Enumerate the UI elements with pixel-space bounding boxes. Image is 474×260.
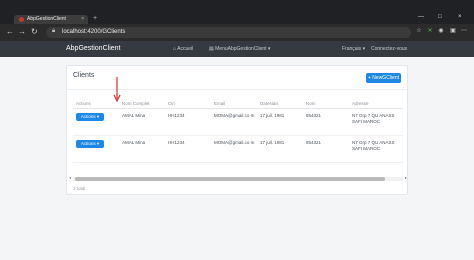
scrollbar-thumb[interactable] [75, 177, 385, 181]
column-header-nom[interactable]: Nom [303, 100, 349, 109]
cell-nom-complet: AMAL Mina [119, 108, 165, 136]
cell-adresse: N7 Grp 7 QU ANASS SAFI MAROC [349, 108, 403, 136]
lock-icon: 🔒︎ [52, 28, 56, 34]
maximize-icon[interactable]: □ [438, 14, 442, 20]
login-link[interactable]: Connectez-vous [371, 46, 407, 52]
column-header-datenais[interactable]: DateNais [257, 100, 303, 109]
cell-cin: HH1234 [165, 108, 211, 136]
chevron-down-icon: ▾ [266, 46, 271, 52]
scroll-right-icon[interactable]: ▸ [405, 175, 407, 180]
tab-close-icon[interactable]: × [81, 16, 84, 22]
cell-datenais: 17 juil. 1981 [257, 135, 303, 163]
close-window-icon[interactable]: × [458, 14, 462, 20]
browser-tab-bar: AbpGestionClient × + — □ × [0, 0, 474, 24]
refresh-icon[interactable]: ↻ [31, 27, 38, 37]
forward-icon[interactable]: → [18, 27, 26, 37]
browser-toolbar: ← → ↻ 🔒︎ localhost:4200/GClients ☆ ✕ ◉ ▣… [0, 24, 474, 41]
actions-dropdown-button[interactable]: Actions ▾ [76, 139, 104, 148]
cell-email: MOMA@gmail.co m [211, 108, 257, 136]
table-row: Actions ▾ AMAL Mina HH1234 MOMA@gmail.co… [73, 108, 403, 136]
address-bar[interactable]: 🔒︎ localhost:4200/GClients [46, 27, 411, 38]
favicon-icon [19, 17, 24, 22]
cell-nom: 654321 [303, 135, 349, 163]
minimize-icon[interactable]: — [418, 14, 424, 20]
page-title: Clients [73, 72, 95, 79]
horizontal-scrollbar[interactable]: ◂ ▸ [69, 175, 407, 181]
profile-icon[interactable]: ◉ [438, 28, 444, 35]
app-brand[interactable]: AbpGestionClient [66, 45, 120, 52]
new-client-button[interactable]: + NewGClient [366, 73, 401, 83]
nav-menu-label: MenuAbpGestionClient [215, 46, 267, 52]
nav-home-link[interactable]: ⌂ Accueil [173, 46, 193, 52]
back-icon[interactable]: ← [6, 27, 14, 37]
cell-nom: 654321 [303, 108, 349, 136]
cell-adresse: N7 Grp 7 QU ANASS SAFI MAROC [349, 135, 403, 163]
language-dropdown[interactable]: Français ▾ [342, 46, 365, 52]
language-label: Français [342, 46, 362, 52]
actions-cell: Actions ▾ [73, 135, 119, 163]
clients-table: Actions Nom Complet Cin Email DateNais N… [73, 100, 403, 163]
collections-icon[interactable]: ▣ [450, 28, 456, 35]
extensions-icon[interactable]: ✕ [427, 28, 433, 35]
browser-tab[interactable]: AbpGestionClient × [14, 15, 88, 24]
total-count: 2 total [73, 186, 86, 191]
nav-menu-dropdown[interactable]: ▤ MenuAbpGestionClient ▾ [209, 46, 270, 52]
red-arrow-annotation [113, 77, 121, 103]
scroll-left-icon[interactable]: ◂ [69, 175, 71, 180]
table-row: Actions ▾ AMAL Mina HH1234 MOMA@gmail.co… [73, 135, 403, 163]
table-header-row: Actions Nom Complet Cin Email DateNais N… [73, 100, 403, 109]
column-header-cin[interactable]: Cin [165, 100, 211, 109]
page-content: Clients + NewGClient Actions Nom Complet… [0, 57, 474, 260]
url-text: localhost:4200/GClients [62, 29, 126, 35]
chevron-down-icon: ▾ [361, 46, 366, 52]
star-icon[interactable]: ☆ [416, 28, 422, 35]
actions-cell: Actions ▾ [73, 108, 119, 136]
menu-dots-icon[interactable]: ⋯ [461, 28, 467, 35]
column-header-email[interactable]: Email [211, 100, 257, 109]
column-header-nom-complet[interactable]: Nom Complet [119, 100, 165, 109]
cell-cin: HH1234 [165, 135, 211, 163]
new-tab-icon[interactable]: + [93, 15, 97, 23]
nav-home-label: Accueil [177, 46, 194, 52]
cell-email: MOMA@gmail.co m [211, 135, 257, 163]
app-navbar: AbpGestionClient ⌂ Accueil ▤ MenuAbpGest… [0, 41, 474, 57]
column-header-adresse[interactable]: Adresse [349, 100, 403, 109]
cell-nom-complet: AMAL Mina [119, 135, 165, 163]
cell-datenais: 17 juil. 1981 [257, 108, 303, 136]
tab-title: AbpGestionClient [27, 16, 66, 22]
actions-dropdown-button[interactable]: Actions ▾ [76, 112, 104, 121]
